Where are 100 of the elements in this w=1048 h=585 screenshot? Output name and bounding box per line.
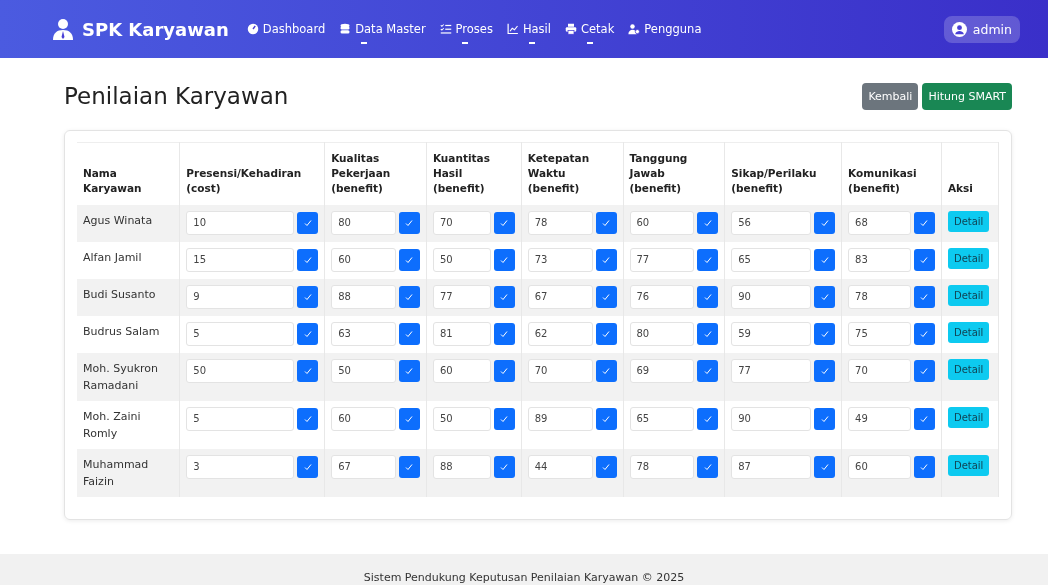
nav-item[interactable]: Pengguna xyxy=(628,22,702,36)
nav-item[interactable]: Dashboard xyxy=(246,22,326,36)
checkbox[interactable] xyxy=(493,359,515,382)
checkbox[interactable] xyxy=(398,359,420,382)
score-input[interactable]: 50 xyxy=(432,247,491,272)
checkbox[interactable] xyxy=(913,211,935,234)
checkbox[interactable] xyxy=(697,407,719,430)
score-input[interactable]: 60 xyxy=(848,454,911,479)
brand-link[interactable]: SPK Karyawan xyxy=(52,18,229,40)
checkbox[interactable] xyxy=(697,285,719,308)
score-input[interactable]: 69 xyxy=(629,358,695,383)
checkbox[interactable] xyxy=(493,285,515,308)
score-input[interactable]: 88 xyxy=(432,454,491,479)
score-input[interactable]: 9 xyxy=(186,284,295,309)
score-input[interactable]: 63 xyxy=(331,321,396,346)
checkbox[interactable] xyxy=(297,285,319,308)
checkbox[interactable] xyxy=(697,455,719,478)
checkbox[interactable] xyxy=(297,407,319,430)
score-input[interactable]: 60 xyxy=(629,210,695,235)
score-input[interactable]: 87 xyxy=(731,454,812,479)
score-input[interactable]: 80 xyxy=(331,210,396,235)
detail-button[interactable]: Detail xyxy=(947,321,990,343)
checkbox[interactable] xyxy=(595,248,617,271)
detail-button[interactable]: Detail xyxy=(947,247,990,269)
checkbox[interactable] xyxy=(297,455,319,478)
score-input[interactable]: 65 xyxy=(629,406,695,431)
score-input[interactable]: 83 xyxy=(848,247,911,272)
score-input[interactable]: 44 xyxy=(527,454,593,479)
checkbox[interactable] xyxy=(493,211,515,234)
score-input[interactable]: 5 xyxy=(186,406,295,431)
checkbox[interactable] xyxy=(697,248,719,271)
score-input[interactable]: 90 xyxy=(731,284,812,309)
score-input[interactable]: 59 xyxy=(731,321,812,346)
score-input[interactable]: 62 xyxy=(527,321,593,346)
checkbox[interactable] xyxy=(814,455,836,478)
score-input[interactable]: 67 xyxy=(527,284,593,309)
checkbox[interactable] xyxy=(398,322,420,345)
nav-item[interactable]: Cetak xyxy=(565,22,615,36)
score-input[interactable]: 70 xyxy=(527,358,593,383)
checkbox[interactable] xyxy=(814,359,836,382)
checkbox[interactable] xyxy=(297,359,319,382)
score-input[interactable]: 77 xyxy=(629,247,695,272)
detail-button[interactable]: Detail xyxy=(947,406,990,428)
checkbox[interactable] xyxy=(697,322,719,345)
checkbox[interactable] xyxy=(398,211,420,234)
nav-item[interactable]: Proses xyxy=(439,22,493,36)
user-menu[interactable]: admin xyxy=(943,15,1020,43)
score-input[interactable]: 67 xyxy=(331,454,396,479)
checkbox[interactable] xyxy=(595,407,617,430)
checkbox[interactable] xyxy=(814,248,836,271)
checkbox[interactable] xyxy=(913,285,935,308)
checkbox[interactable] xyxy=(814,211,836,234)
checkbox[interactable] xyxy=(595,285,617,308)
score-input[interactable]: 80 xyxy=(629,321,695,346)
checkbox[interactable] xyxy=(398,455,420,478)
checkbox[interactable] xyxy=(493,248,515,271)
checkbox[interactable] xyxy=(814,407,836,430)
checkbox[interactable] xyxy=(493,322,515,345)
score-input[interactable]: 15 xyxy=(186,247,295,272)
score-input[interactable]: 5 xyxy=(186,321,295,346)
checkbox[interactable] xyxy=(595,322,617,345)
back-button[interactable]: Kembali xyxy=(862,82,919,110)
checkbox[interactable] xyxy=(398,285,420,308)
score-input[interactable]: 60 xyxy=(331,247,396,272)
checkbox[interactable] xyxy=(913,407,935,430)
score-input[interactable]: 89 xyxy=(527,406,593,431)
checkbox[interactable] xyxy=(913,322,935,345)
score-input[interactable]: 88 xyxy=(331,284,396,309)
score-input[interactable]: 78 xyxy=(629,454,695,479)
checkbox[interactable] xyxy=(297,322,319,345)
score-input[interactable]: 50 xyxy=(331,358,396,383)
nav-item[interactable]: Hasil xyxy=(506,22,551,36)
score-input[interactable]: 56 xyxy=(731,210,812,235)
checkbox[interactable] xyxy=(595,211,617,234)
score-input[interactable]: 60 xyxy=(432,358,491,383)
score-input[interactable]: 50 xyxy=(186,358,295,383)
score-input[interactable]: 77 xyxy=(432,284,491,309)
calculate-button[interactable]: Hitung SMART xyxy=(922,82,1012,110)
detail-button[interactable]: Detail xyxy=(947,284,990,306)
score-input[interactable]: 78 xyxy=(848,284,911,309)
detail-button[interactable]: Detail xyxy=(947,358,990,380)
score-input[interactable]: 49 xyxy=(848,406,911,431)
checkbox[interactable] xyxy=(913,455,935,478)
checkbox[interactable] xyxy=(398,407,420,430)
score-input[interactable]: 77 xyxy=(731,358,812,383)
score-input[interactable]: 65 xyxy=(731,247,812,272)
checkbox[interactable] xyxy=(814,322,836,345)
score-input[interactable]: 10 xyxy=(186,210,295,235)
checkbox[interactable] xyxy=(297,211,319,234)
score-input[interactable]: 70 xyxy=(848,358,911,383)
score-input[interactable]: 78 xyxy=(527,210,593,235)
checkbox[interactable] xyxy=(595,455,617,478)
score-input[interactable]: 68 xyxy=(848,210,911,235)
score-input[interactable]: 70 xyxy=(432,210,491,235)
checkbox[interactable] xyxy=(814,285,836,308)
score-input[interactable]: 90 xyxy=(731,406,812,431)
checkbox[interactable] xyxy=(913,359,935,382)
score-input[interactable]: 81 xyxy=(432,321,491,346)
checkbox[interactable] xyxy=(297,248,319,271)
detail-button[interactable]: Detail xyxy=(947,210,990,232)
